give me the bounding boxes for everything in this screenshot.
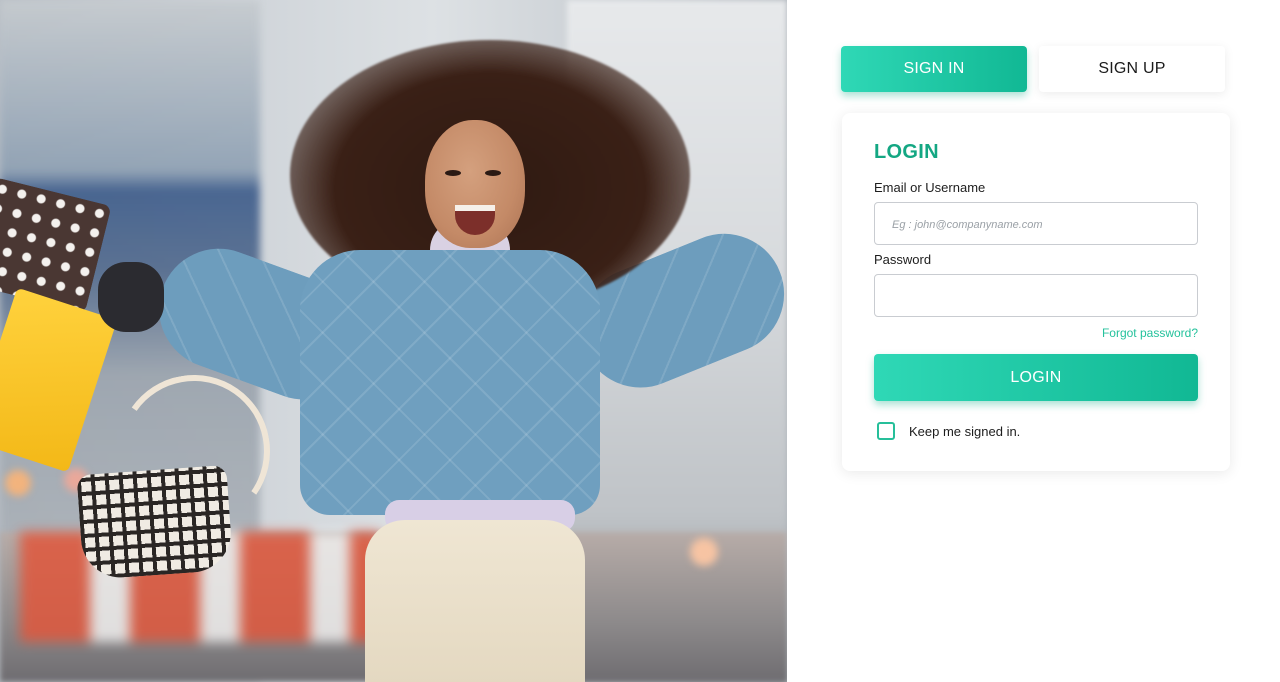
woman-eye [445, 170, 461, 176]
password-field[interactable] [874, 274, 1198, 317]
password-label: Password [874, 252, 932, 267]
handbag-plaid [76, 464, 234, 581]
woman-sweater [300, 250, 600, 515]
tab-sign-up[interactable]: SIGN UP [1039, 46, 1225, 92]
keep-signed-in-checkbox[interactable] [877, 422, 895, 440]
email-label: Email or Username [874, 180, 986, 195]
hero-photo [0, 0, 787, 682]
woman-eye [485, 170, 501, 176]
keep-signed-in-option[interactable]: Keep me signed in. [877, 422, 1020, 440]
keep-signed-in-label: Keep me signed in. [909, 423, 1021, 439]
login-button[interactable]: LOGIN [874, 354, 1198, 401]
email-field[interactable] [874, 202, 1198, 245]
bokeh-light [5, 470, 31, 496]
login-title: LOGIN [874, 141, 939, 163]
login-card: LOGIN Email or Username Password Forgot … [842, 113, 1230, 471]
auth-tabs: SIGN IN SIGN UP [841, 46, 1225, 92]
woman-pants [365, 520, 585, 682]
tab-sign-in[interactable]: SIGN IN [841, 46, 1027, 92]
bokeh-light [690, 538, 718, 566]
woman-glove [98, 262, 164, 332]
forgot-password-link[interactable]: Forgot password? [1102, 326, 1198, 340]
